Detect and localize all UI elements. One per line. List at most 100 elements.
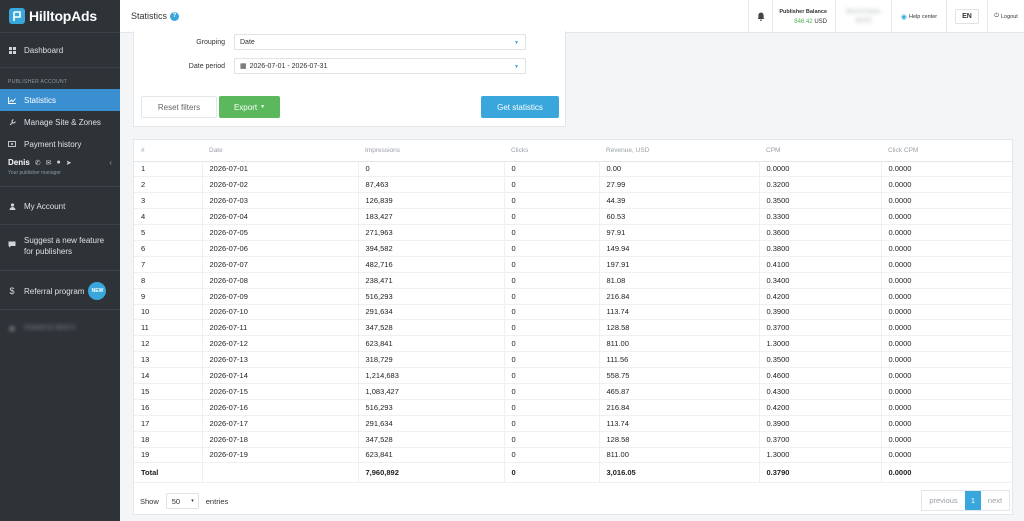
table-cell: 2026-07-15 xyxy=(201,383,358,400)
table-cell: 2026-07-16 xyxy=(201,399,358,416)
table-row: 16 2026-07-16 516,293 0 216.84 0.4200 0.0000 xyxy=(134,399,1014,416)
column-header[interactable]: # xyxy=(134,140,202,162)
get-statistics-button[interactable]: Get statistics xyxy=(481,96,559,118)
help-icon[interactable]: ? xyxy=(170,11,180,21)
table-cell: 0.4100 xyxy=(758,256,881,273)
logo-flag-icon xyxy=(9,8,25,24)
column-header[interactable]: CPM xyxy=(759,140,881,162)
table-cell: 2 xyxy=(134,176,202,194)
table-cell: 0.0000 xyxy=(880,288,1014,305)
user-info[interactable]: Blurred Name 361975 xyxy=(836,8,891,26)
table-cell: 2026-07-09 xyxy=(201,288,358,305)
total-cell: 3,016.05 xyxy=(598,462,759,484)
table-cell: 113.74 xyxy=(598,304,759,321)
table-cell: 0.4600 xyxy=(758,367,881,384)
reset-filters-button[interactable]: Reset filters xyxy=(141,96,217,118)
table-cell: 0 xyxy=(503,161,599,178)
table-cell: 8 xyxy=(134,272,202,289)
caret-down-icon: ▼ xyxy=(514,40,519,46)
table-cell: 0.0000 xyxy=(880,256,1014,273)
sidebar-item-payment-history[interactable]: Payment history xyxy=(0,133,120,155)
table-cell: 44.39 xyxy=(598,192,759,210)
table-cell: 2026-07-13 xyxy=(201,351,358,369)
suggest-line-2: for publishers xyxy=(24,247,73,256)
table-cell: 97.91 xyxy=(598,224,759,241)
user-name: Blurred Name xyxy=(846,8,881,15)
table-cell: 291,634 xyxy=(357,304,504,321)
collapse-chevron-icon[interactable]: ‹ xyxy=(109,158,112,167)
sidebar-item-my-account[interactable]: My Account xyxy=(0,198,120,214)
chart-icon xyxy=(8,96,16,104)
table-cell: 0.3500 xyxy=(758,192,881,210)
table-cell: 12 xyxy=(134,335,202,353)
table-cell: 0 xyxy=(503,224,599,241)
table-cell: 126,839 xyxy=(357,192,504,210)
total-cell: 0.0000 xyxy=(880,462,1014,484)
pagination: previous 1 next xyxy=(921,490,1010,511)
language-selector[interactable]: EN xyxy=(955,9,979,24)
table-cell: 9 xyxy=(134,288,202,305)
table-cell: 0 xyxy=(503,176,599,194)
column-header[interactable]: Click CPM xyxy=(881,140,1014,162)
table-row: 1 2026-07-01 0 0 0.00 0.0000 0.0000 xyxy=(134,161,1014,178)
email-icon[interactable]: ✉ xyxy=(46,159,52,167)
sidebar-item-dashboard[interactable]: Dashboard xyxy=(0,33,120,67)
page-1-button[interactable]: 1 xyxy=(965,491,981,510)
table-cell: 0.0000 xyxy=(880,161,1014,178)
whatsapp-icon[interactable]: ✆ xyxy=(35,159,41,167)
sidebar-item-referral-program[interactable]: $ Referral program NEW xyxy=(0,282,120,300)
grouping-select[interactable]: Date ▼ xyxy=(234,34,526,50)
table-cell: 318,729 xyxy=(357,351,504,369)
help-center-link[interactable]: ◉ Help center xyxy=(892,13,946,21)
previous-button[interactable]: previous xyxy=(922,491,965,510)
date-period-row: Date period ▦ 2026-07-01 - 2026-07-31 ▼ xyxy=(134,58,526,74)
table-cell: 2026-07-04 xyxy=(201,208,358,226)
table-cell: 811.00 xyxy=(598,335,759,353)
bell-icon[interactable] xyxy=(749,12,772,21)
table-cell: 6 xyxy=(134,240,202,257)
table-cell: 0.0000 xyxy=(880,224,1014,241)
column-header[interactable]: Revenue, USD xyxy=(599,140,759,162)
sidebar-item-statistics[interactable]: Statistics xyxy=(0,89,120,111)
sidebar-item-manage-site-zones[interactable]: Manage Site & Zones xyxy=(0,111,120,133)
table-cell: 0 xyxy=(503,447,599,464)
sidebar-item-label: Referral program xyxy=(24,286,85,296)
table-cell: 5 xyxy=(134,224,202,241)
column-header[interactable]: Date xyxy=(202,140,358,162)
sidebar-item-suggest-feature[interactable]: Suggest a new feature for publishers xyxy=(0,235,120,261)
table-cell: 0 xyxy=(503,367,599,384)
logout-button[interactable]: ⏻ Logout xyxy=(988,13,1024,20)
table-cell: 0.4200 xyxy=(758,399,881,416)
money-icon xyxy=(8,140,16,148)
table-cell: 0.00 xyxy=(598,161,759,178)
power-icon: ⏻ xyxy=(994,13,999,19)
balance-label: Publisher Balance xyxy=(779,8,827,15)
table-cell: 128.58 xyxy=(598,431,759,448)
entries-control: Show 50 ▾ entries xyxy=(140,493,228,509)
table-cell: 0.0000 xyxy=(880,415,1014,432)
telegram-icon[interactable]: ➤ xyxy=(66,159,72,167)
column-header[interactable]: Impressions xyxy=(358,140,504,162)
table-row: 12 2026-07-12 623,841 0 811.00 1.3000 0.0000 xyxy=(134,335,1014,353)
table-cell: 111.56 xyxy=(598,351,759,369)
per-page-select[interactable]: 50 ▾ xyxy=(165,493,199,509)
export-button[interactable]: Export ▼ xyxy=(219,96,280,118)
table-row: 2 2026-07-02 87,463 0 27.99 0.3200 0.0000 xyxy=(134,176,1014,194)
total-cell: Total xyxy=(134,462,202,484)
table-header-row: # Date Impressions Clicks Revenue, USD CPM Cli… xyxy=(134,140,1014,162)
skype-icon[interactable]: ● xyxy=(57,159,61,166)
column-header[interactable]: Clicks xyxy=(504,140,599,162)
date-period-select[interactable]: ▦ 2026-07-01 - 2026-07-31 ▼ xyxy=(234,58,526,74)
next-button[interactable]: next xyxy=(981,491,1009,510)
table-cell: 0.0000 xyxy=(880,431,1014,448)
divider xyxy=(0,270,120,271)
table-cell: 465.87 xyxy=(598,383,759,400)
brand-logo[interactable]: HilltopAds xyxy=(0,0,120,33)
date-period-label: Date period xyxy=(188,62,225,70)
grouping-value: Date xyxy=(240,38,255,46)
table-cell: 0.4300 xyxy=(758,383,881,400)
suggest-line-1: Suggest a new feature xyxy=(24,236,105,245)
table-cell: 2026-07-07 xyxy=(201,256,358,273)
table-cell: 2026-07-11 xyxy=(201,319,358,337)
table-cell: 2026-07-17 xyxy=(201,415,358,432)
